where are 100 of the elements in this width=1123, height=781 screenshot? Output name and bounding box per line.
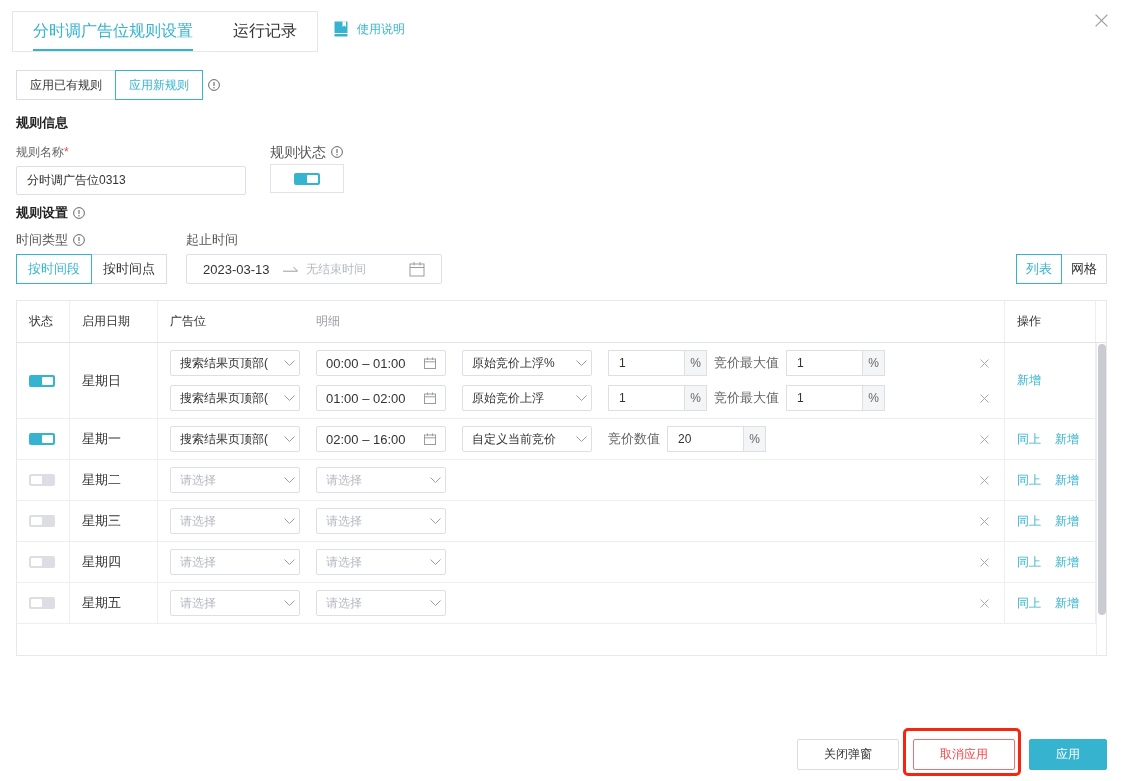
rule-name-input[interactable]: 分时调广告位0313 [16,166,246,195]
action-link[interactable]: 新增 [1055,553,1079,571]
chevron-down-icon [284,559,295,565]
calendar-icon[interactable] [409,261,425,277]
calendar-icon [424,357,436,369]
time-range-field[interactable]: 00:00 – 01:00 [316,350,446,376]
day-label: 星期二 [82,471,121,489]
toggle-switch[interactable] [29,474,55,486]
info-icon[interactable] [208,79,220,91]
column-header: 状态 [29,313,53,330]
view-option[interactable]: 列表 [1016,254,1062,284]
toggle-switch[interactable] [29,556,55,568]
action-link[interactable]: 新增 [1055,594,1079,612]
chevron-down-icon [430,600,441,606]
time-select[interactable]: 请选择 [316,549,446,575]
ad-slot-select[interactable]: 请选择 [170,590,300,616]
ad-slot-select[interactable]: 请选择 [170,467,300,493]
segment-option[interactable]: 按时间段 [16,254,92,284]
remove-icon[interactable] [980,475,989,485]
chevron-down-icon [576,360,587,366]
info-icon[interactable] [331,146,343,158]
unit-addon: % [744,426,766,452]
field-label: 竞价数值 [608,430,660,448]
ad-slot-select[interactable]: 搜索结果页顶部( [170,385,300,411]
action-link[interactable]: 同上 [1017,594,1041,612]
number-input[interactable]: 20 [667,426,744,452]
tab[interactable]: 分时调广告位规则设置 [33,12,193,51]
unit-addon: % [863,350,885,376]
chevron-down-icon [284,600,295,606]
info-icon[interactable] [73,207,85,219]
dialog-button[interactable]: 取消应用 [913,739,1015,770]
number-input[interactable]: 1 [786,385,863,411]
day-label: 星期一 [82,430,121,448]
segment-option[interactable]: 应用已有规则 [16,70,116,100]
field-label: 竞价最大值 [714,354,779,372]
action-link[interactable]: 同上 [1017,430,1041,448]
field-label: 起止时间 [186,232,238,248]
time-range-field[interactable]: 01:00 – 02:00 [316,385,446,411]
segment-option[interactable]: 应用新规则 [115,70,203,100]
info-icon[interactable] [73,234,85,246]
field-label: 竞价最大值 [714,389,779,407]
column-header: 启用日期 [82,313,130,330]
ad-slot-select[interactable]: 请选择 [170,508,300,534]
column-header: 明细 [316,313,340,330]
toggle-switch[interactable] [29,374,55,387]
close-icon[interactable] [1095,14,1108,27]
chevron-down-icon [576,436,587,442]
bid-mode-select[interactable]: 原始竞价上浮 [462,385,592,411]
bid-mode-select[interactable]: 自定义当前竞价 [462,426,592,452]
remove-icon[interactable] [980,516,989,526]
unit-addon: % [685,385,707,411]
toggle-switch[interactable] [29,597,55,609]
view-option[interactable]: 网格 [1061,254,1107,284]
chevron-down-icon [284,395,295,401]
time-select[interactable]: 请选择 [316,508,446,534]
remove-icon[interactable] [980,393,989,403]
scrollbar-thumb[interactable] [1098,344,1106,615]
ad-slot-select[interactable]: 请选择 [170,549,300,575]
number-input[interactable]: 1 [608,350,685,376]
remove-icon[interactable] [980,358,989,368]
start-date: 2023-03-13 [203,261,270,277]
field-label: 规则名称* [16,144,69,160]
action-link[interactable]: 新增 [1055,471,1079,489]
time-select[interactable]: 请选择 [316,467,446,493]
ad-slot-select[interactable]: 搜索结果页顶部( [170,426,300,452]
time-select[interactable]: 请选择 [316,590,446,616]
action-link[interactable]: 同上 [1017,471,1041,489]
remove-icon[interactable] [980,434,989,444]
remove-icon[interactable] [980,598,989,608]
help-link[interactable]: 使用说明 [333,21,405,37]
day-label: 星期五 [82,594,121,612]
number-input[interactable]: 1 [786,350,863,376]
section-title: 规则设置 [16,204,68,222]
action-link[interactable]: 新增 [1017,372,1041,389]
chevron-down-icon [430,518,441,524]
toggle-switch[interactable] [29,433,55,445]
chevron-down-icon [576,395,587,401]
segment-option[interactable]: 按时间点 [91,254,167,284]
action-link[interactable]: 同上 [1017,512,1041,530]
chevron-down-icon [430,477,441,483]
unit-addon: % [685,350,707,376]
field-label: 规则状态 [270,144,326,160]
remove-icon[interactable] [980,557,989,567]
bid-mode-select[interactable]: 原始竞价上浮% [462,350,592,376]
chevron-down-icon [430,559,441,565]
action-link[interactable]: 新增 [1055,430,1079,448]
chevron-down-icon [284,360,295,366]
number-input[interactable]: 1 [608,385,685,411]
toggle-switch[interactable] [294,172,320,185]
dialog-button[interactable]: 关闭弹窗 [797,739,899,770]
ad-slot-select[interactable]: 搜索结果页顶部( [170,350,300,376]
day-label: 星期四 [82,553,121,571]
time-range-field[interactable]: 02:00 – 16:00 [316,426,446,452]
book-icon [333,21,349,37]
tab[interactable]: 运行记录 [233,12,297,51]
toggle-switch[interactable] [29,515,55,527]
action-link[interactable]: 同上 [1017,553,1041,571]
date-range-field[interactable]: 2023-03-13 无结束时间 [186,254,442,284]
action-link[interactable]: 新增 [1055,512,1079,530]
dialog-button[interactable]: 应用 [1029,739,1107,770]
